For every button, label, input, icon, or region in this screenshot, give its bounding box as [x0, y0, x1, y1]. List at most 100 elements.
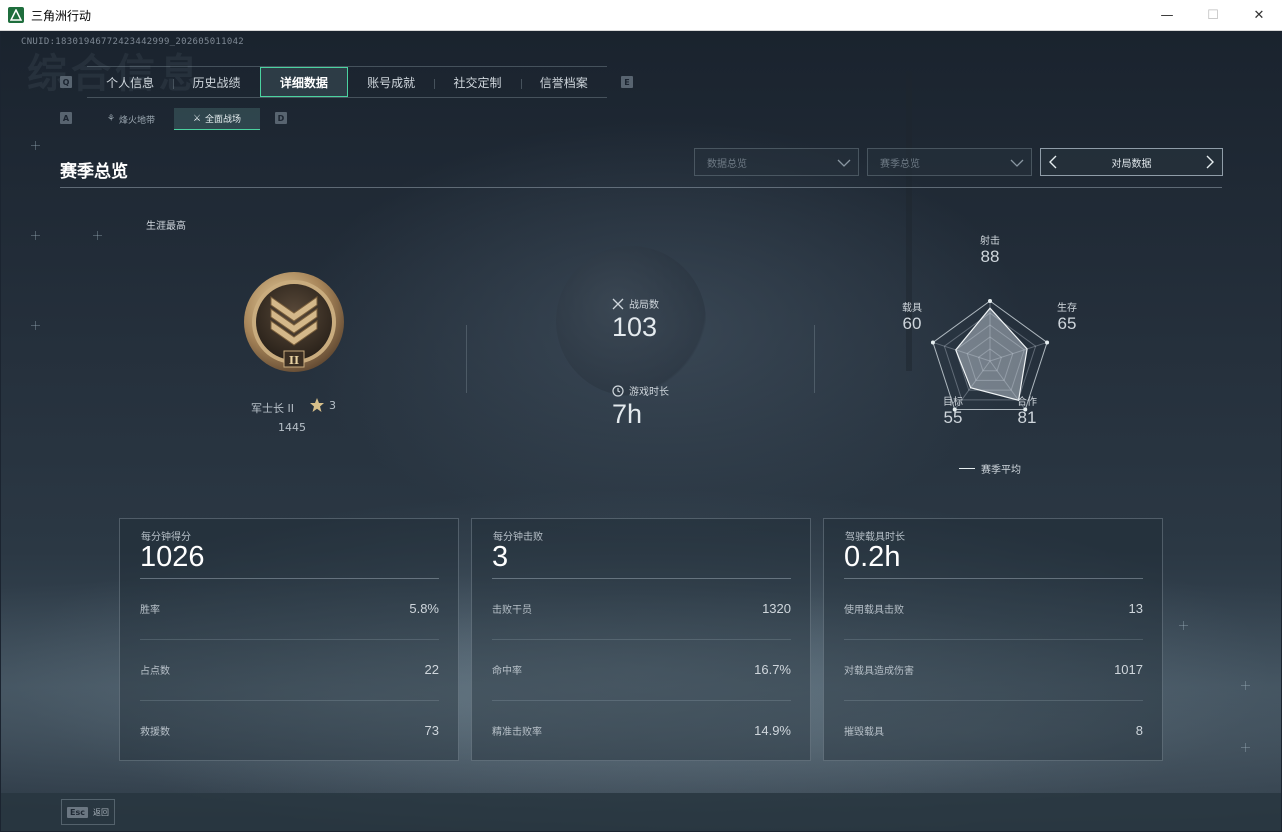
- chevron-right-icon[interactable]: [1204, 154, 1216, 170]
- maximize-button[interactable]: ☐: [1190, 0, 1236, 31]
- cnuid-text: CNUID:18301946772423442999_202605011042: [21, 37, 245, 47]
- row-label: 占点数: [140, 666, 170, 677]
- playtime-stat: 游戏时长 7h: [612, 383, 669, 430]
- playtime-label: 游戏时长: [629, 387, 669, 398]
- playtime-value: 7h: [612, 399, 643, 429]
- data-overview-dropdown[interactable]: 数据总览: [694, 148, 859, 176]
- radar-vertex-dot: [930, 340, 935, 345]
- footer-bar: Esc 返回: [1, 793, 1281, 831]
- row-label: 摧毁载具: [844, 727, 884, 738]
- key-hint-q: Q: [60, 76, 72, 88]
- dropdown-value: 数据总览: [707, 158, 747, 170]
- radar-axis-value: 60: [902, 314, 922, 333]
- tab-match-history[interactable]: 历史战绩: [173, 67, 259, 97]
- back-label: 返回: [92, 807, 109, 817]
- hazard-zone-icon: ⚘: [106, 114, 116, 124]
- chevron-down-icon: [837, 159, 851, 167]
- radar-axis-shooting: 射击 88: [965, 232, 1015, 267]
- decor-cross-icon: [1179, 621, 1188, 630]
- sub-tab-bar: ⚘ 烽火地带 ⚔ 全面战场: [88, 108, 260, 130]
- tab-social-custom[interactable]: 社交定制: [434, 67, 520, 97]
- radar-vertex-dot: [988, 299, 992, 303]
- chevron-left-icon[interactable]: [1047, 154, 1059, 170]
- row-value: 8: [1135, 723, 1143, 738]
- row-value: 13: [1128, 601, 1143, 616]
- radar-axis-teamwork: 合作 81: [1002, 393, 1052, 428]
- rank-star-count: 3: [329, 398, 336, 412]
- decor-cross-icon: [1241, 681, 1250, 690]
- season-overview-dropdown[interactable]: 赛季总览: [867, 148, 1032, 176]
- subtab-warfare[interactable]: ⚔ 全面战场: [174, 108, 260, 130]
- row-label: 救援数: [140, 727, 170, 738]
- dropdown-value: 赛季总览: [880, 158, 920, 170]
- section-divider: [60, 187, 1222, 188]
- card-row: 摧毁载具 8: [844, 700, 1143, 761]
- row-value: 14.9%: [754, 723, 791, 738]
- decor-cross-icon: [31, 141, 40, 150]
- radar-axis-value: 65: [1057, 314, 1077, 333]
- row-value: 73: [424, 723, 439, 738]
- stat-card-vehicle: 驾驶载具时长 0.2h 使用载具击败 13 对载具造成伤害 1017 摧毁载具 8: [823, 518, 1163, 761]
- close-button[interactable]: ✕: [1236, 0, 1282, 31]
- card-head-value: 1026: [140, 541, 205, 573]
- row-label: 命中率: [492, 666, 522, 677]
- row-value: 22: [424, 662, 439, 677]
- row-label: 使用载具击败: [844, 605, 904, 616]
- radar-axis-objective: 目标 55: [928, 393, 978, 428]
- row-value: 5.8%: [409, 601, 439, 616]
- card-row: 使用载具击败 13: [844, 578, 1143, 639]
- card-row: 胜率 5.8%: [140, 578, 439, 639]
- game-view: 综合信息 CNUID:18301946772423442999_20260501…: [1, 31, 1281, 831]
- radar-axis-value: 81: [1017, 408, 1037, 427]
- key-hint-e: E: [621, 76, 633, 88]
- radar-axis-name: 载具: [902, 303, 922, 314]
- radar-axis-vehicle: 载具 60: [887, 299, 937, 334]
- matches-stat: 战局数 103: [612, 296, 659, 343]
- section-title: 赛季总览: [60, 162, 128, 182]
- card-row: 精准击败率 14.9%: [492, 700, 791, 761]
- rank-stars: 3: [309, 397, 336, 413]
- rank-numeral: II: [289, 354, 299, 367]
- tab-credit-record[interactable]: 信誉档案: [520, 67, 607, 97]
- row-value: 1320: [762, 601, 791, 616]
- matches-label: 战局数: [629, 300, 659, 311]
- crossed-swords-icon: [612, 298, 624, 309]
- rank-name: 军士长 II: [251, 402, 294, 415]
- app-logo-icon: [8, 7, 24, 23]
- row-label: 对载具造成伤害: [844, 666, 914, 677]
- row-value: 16.7%: [754, 662, 791, 677]
- pager-label: 对局数据: [1111, 158, 1152, 170]
- key-hint-d: D: [275, 112, 287, 124]
- rank-badge-icon: II: [244, 272, 344, 372]
- match-data-pager: 对局数据: [1040, 148, 1223, 176]
- row-label: 精准击败率: [492, 727, 542, 738]
- row-label: 击败干员: [492, 605, 532, 616]
- career-best-label: 生涯最高: [146, 221, 186, 232]
- tab-personal-info[interactable]: 个人信息: [87, 67, 173, 97]
- tab-achievements[interactable]: 账号成就: [348, 67, 434, 97]
- radar-axis-name: 合作: [1017, 397, 1037, 408]
- stat-card-score: 每分钟得分 1026 胜率 5.8% 占点数 22 救援数 73: [119, 518, 459, 761]
- tab-detailed-data[interactable]: 详细数据: [259, 67, 348, 97]
- card-row: 击败干员 1320: [492, 578, 791, 639]
- warfare-icon: ⚔: [192, 113, 202, 124]
- minimize-button[interactable]: —: [1144, 0, 1190, 31]
- legend-label: 赛季平均: [981, 465, 1021, 476]
- divider: [814, 325, 815, 393]
- window-title: 三角洲行动: [31, 8, 92, 23]
- card-row: 占点数 22: [140, 639, 439, 700]
- legend-line-icon: [959, 468, 975, 469]
- row-value: 1017: [1114, 662, 1143, 677]
- radar-axis-survival: 生存 65: [1042, 299, 1092, 334]
- subtab-hazard-zone[interactable]: ⚘ 烽火地带: [88, 108, 174, 130]
- subtab-label: 烽火地带: [119, 115, 156, 126]
- decor-cross-icon: [31, 321, 40, 330]
- subtab-label: 全面战场: [205, 115, 242, 125]
- stat-card-kills: 每分钟击败 3 击败干员 1320 命中率 16.7% 精准击败率 14.9%: [471, 518, 811, 761]
- card-row: 命中率 16.7%: [492, 639, 791, 700]
- back-button[interactable]: Esc 返回: [61, 799, 115, 825]
- card-head-value: 3: [492, 541, 509, 573]
- radar-axis-value: 88: [980, 247, 1000, 266]
- card-row: 救援数 73: [140, 700, 439, 761]
- card-row: 对载具造成伤害 1017: [844, 639, 1143, 700]
